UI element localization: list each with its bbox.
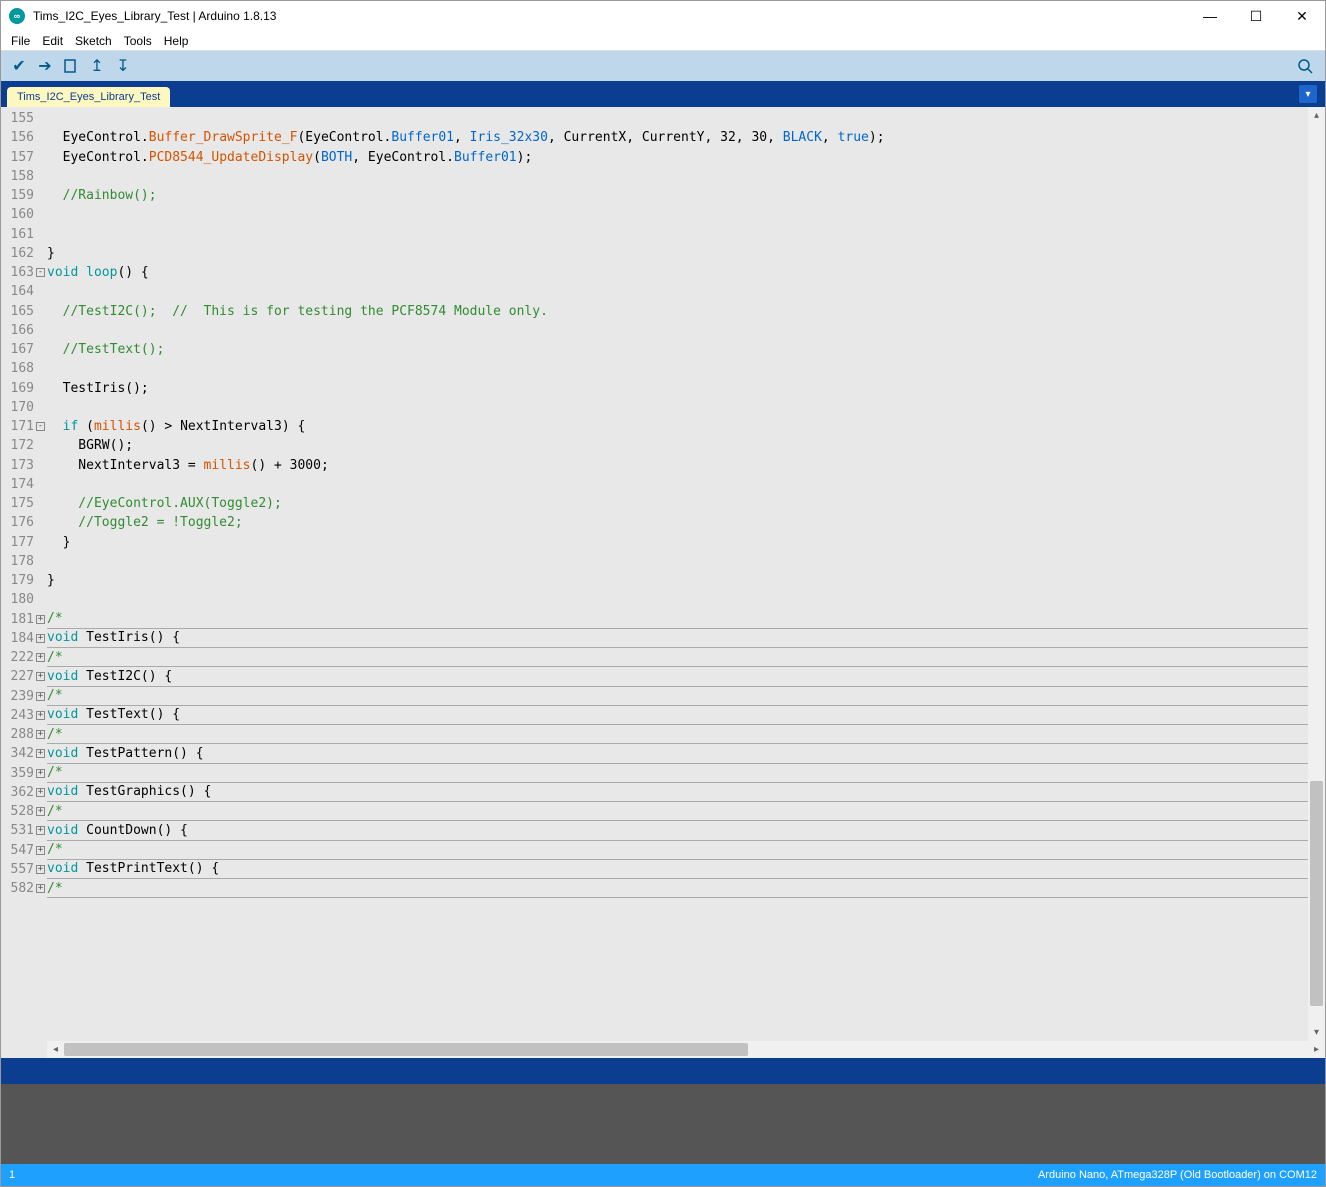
- menu-file[interactable]: File: [5, 32, 36, 50]
- line-number: 528+: [1, 802, 47, 821]
- fold-toggle-icon[interactable]: +: [36, 865, 45, 874]
- line-number: 239+: [1, 687, 47, 706]
- line-number: 174: [1, 475, 47, 494]
- fold-toggle-icon[interactable]: +: [36, 826, 45, 835]
- save-button[interactable]: ↧: [111, 54, 135, 78]
- horizontal-scroll-thumb[interactable]: [64, 1043, 748, 1056]
- horizontal-scrollbar[interactable]: ◂ ▸: [47, 1041, 1325, 1058]
- line-number: 227+: [1, 667, 47, 686]
- message-bar: [1, 1058, 1325, 1084]
- menu-tools[interactable]: Tools: [118, 32, 158, 50]
- line-number: 222+: [1, 648, 47, 667]
- minimize-button[interactable]: ―: [1187, 1, 1233, 31]
- line-number: 359+: [1, 764, 47, 783]
- line-number: 175: [1, 494, 47, 513]
- status-board-info: Arduino Nano, ATmega328P (Old Bootloader…: [1038, 1169, 1317, 1181]
- line-number: 172: [1, 436, 47, 455]
- scroll-right-icon[interactable]: ▸: [1308, 1041, 1325, 1058]
- line-number: 165: [1, 302, 47, 321]
- fold-toggle-icon[interactable]: -: [36, 268, 45, 277]
- fold-toggle-icon[interactable]: +: [36, 807, 45, 816]
- line-number: 166: [1, 321, 47, 340]
- line-number: 157: [1, 148, 47, 167]
- window-title: Tims_I2C_Eyes_Library_Test | Arduino 1.8…: [33, 9, 1187, 23]
- maximize-button[interactable]: ☐: [1233, 1, 1279, 31]
- line-number: 173: [1, 456, 47, 475]
- line-number: 169: [1, 379, 47, 398]
- line-number: 557+: [1, 860, 47, 879]
- fold-toggle-icon[interactable]: +: [36, 788, 45, 797]
- line-number: 160: [1, 205, 47, 224]
- serial-monitor-button[interactable]: [1293, 54, 1317, 78]
- new-button[interactable]: [59, 54, 83, 78]
- line-number: 171-: [1, 417, 47, 436]
- menu-bar: File Edit Sketch Tools Help: [1, 31, 1325, 51]
- fold-toggle-icon[interactable]: +: [36, 653, 45, 662]
- open-button[interactable]: ↥: [85, 54, 109, 78]
- line-number: 181+: [1, 610, 47, 629]
- line-number: 162: [1, 244, 47, 263]
- line-number: 531+: [1, 821, 47, 840]
- close-button[interactable]: ✕: [1279, 1, 1325, 31]
- status-bar: 1 Arduino Nano, ATmega328P (Old Bootload…: [1, 1164, 1325, 1186]
- line-number: 184+: [1, 629, 47, 648]
- fold-toggle-icon[interactable]: +: [36, 692, 45, 701]
- line-number: 288+: [1, 725, 47, 744]
- fold-toggle-icon[interactable]: +: [36, 884, 45, 893]
- toolbar: ✔ ➔ ↥ ↧: [1, 51, 1325, 81]
- app-logo-icon: [9, 8, 25, 24]
- scroll-left-icon[interactable]: ◂: [47, 1041, 64, 1058]
- menu-sketch[interactable]: Sketch: [69, 32, 118, 50]
- tab-menu-button[interactable]: ▾: [1299, 85, 1317, 103]
- line-number: 159: [1, 186, 47, 205]
- menu-help[interactable]: Help: [158, 32, 195, 50]
- line-number: 179: [1, 571, 47, 590]
- upload-button[interactable]: ➔: [33, 54, 57, 78]
- fold-toggle-icon[interactable]: +: [36, 615, 45, 624]
- line-number: 176: [1, 513, 47, 532]
- line-number: 155: [1, 109, 47, 128]
- line-number: 547+: [1, 841, 47, 860]
- line-number: 243+: [1, 706, 47, 725]
- fold-toggle-icon[interactable]: +: [36, 769, 45, 778]
- line-number: 342+: [1, 744, 47, 763]
- line-number: 168: [1, 359, 47, 378]
- line-number: 170: [1, 398, 47, 417]
- verify-button[interactable]: ✔: [7, 54, 31, 78]
- line-number: 161: [1, 225, 47, 244]
- line-number: 156: [1, 128, 47, 147]
- line-number: 163-: [1, 263, 47, 282]
- code-editor[interactable]: 155156157158159160161162163-164165166167…: [1, 107, 1325, 1041]
- vertical-scroll-thumb[interactable]: [1310, 781, 1323, 1006]
- line-number: 582+: [1, 879, 47, 898]
- console-output[interactable]: [1, 1084, 1325, 1164]
- fold-toggle-icon[interactable]: +: [36, 634, 45, 643]
- scroll-up-icon[interactable]: ▴: [1308, 107, 1325, 124]
- line-number: 158: [1, 167, 47, 186]
- fold-toggle-icon[interactable]: +: [36, 672, 45, 681]
- fold-toggle-icon[interactable]: +: [36, 711, 45, 720]
- status-line-number: 1: [9, 1169, 1038, 1181]
- fold-toggle-icon[interactable]: -: [36, 422, 45, 431]
- fold-toggle-icon[interactable]: +: [36, 730, 45, 739]
- fold-toggle-icon[interactable]: +: [36, 846, 45, 855]
- vertical-scrollbar[interactable]: ▴ ▾: [1308, 107, 1325, 1041]
- line-number: 362+: [1, 783, 47, 802]
- code-area[interactable]: EyeControl.Buffer_DrawSprite_F(EyeContro…: [47, 107, 1308, 1041]
- line-number: 178: [1, 552, 47, 571]
- title-bar: Tims_I2C_Eyes_Library_Test | Arduino 1.8…: [1, 1, 1325, 31]
- editor-tab[interactable]: Tims_I2C_Eyes_Library_Test: [7, 87, 170, 107]
- tab-strip: Tims_I2C_Eyes_Library_Test ▾: [1, 81, 1325, 107]
- line-number: 180: [1, 590, 47, 609]
- fold-toggle-icon[interactable]: +: [36, 749, 45, 758]
- line-number: 167: [1, 340, 47, 359]
- line-number: 164: [1, 282, 47, 301]
- line-gutter: 155156157158159160161162163-164165166167…: [1, 107, 47, 1041]
- scroll-down-icon[interactable]: ▾: [1308, 1024, 1325, 1041]
- line-number: 177: [1, 533, 47, 552]
- menu-edit[interactable]: Edit: [36, 32, 69, 50]
